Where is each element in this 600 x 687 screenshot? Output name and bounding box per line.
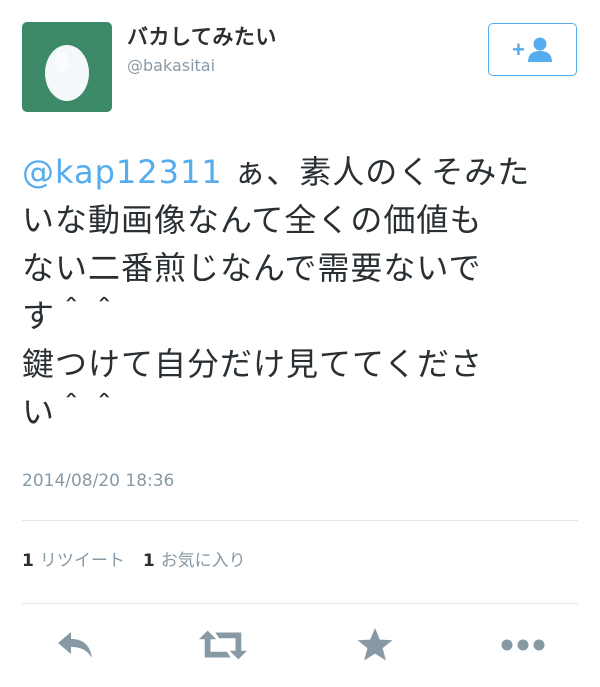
tweet-stats: 1 リツイート 1 お気に入り bbox=[22, 550, 264, 572]
tweet-line-4: す＾＾ bbox=[22, 297, 122, 335]
retweet-icon bbox=[198, 630, 248, 660]
username[interactable]: @bakasitai bbox=[127, 56, 277, 76]
tweet-text: @kap12311 ぁ、素人のくそみた いな動画像なんて全くの価値も ない二番煎… bbox=[22, 148, 582, 436]
user-names: バカしてみたい @bakasitai bbox=[127, 24, 277, 76]
reply-icon bbox=[58, 632, 92, 658]
favorite-count: 1 bbox=[142, 551, 155, 571]
default-egg-icon bbox=[45, 45, 89, 101]
more-icon bbox=[501, 639, 545, 651]
tweet-line-2: いな動画像なんて全くの価値も bbox=[22, 201, 483, 239]
favorite-stat[interactable]: 1 お気に入り bbox=[143, 550, 246, 572]
tweet-header: バカしてみたい @bakasitai + bbox=[0, 0, 600, 120]
follow-button[interactable]: + bbox=[488, 23, 577, 76]
favorite-button[interactable] bbox=[350, 620, 400, 670]
tweet-line-3: ない二番煎じなんで需要ないで bbox=[22, 249, 482, 287]
avatar[interactable] bbox=[22, 22, 112, 112]
retweet-button[interactable] bbox=[198, 620, 248, 670]
tweet-line-1: @kap12311 ぁ、素人のくそみた bbox=[22, 148, 582, 196]
add-user-icon: + bbox=[512, 37, 552, 62]
tweet-timestamp: 2014/08/20 18:36 bbox=[22, 471, 175, 491]
favorite-label: お気に入り bbox=[160, 551, 246, 571]
tweet-line-5: 鍵つけて自分だけ見ててくださ bbox=[22, 345, 484, 383]
star-icon bbox=[357, 628, 393, 661]
divider bbox=[22, 520, 578, 521]
retweet-stat[interactable]: 1 リツイート bbox=[22, 550, 125, 572]
mention-link[interactable]: @kap12311 bbox=[22, 153, 223, 191]
retweet-label: リツイート bbox=[39, 551, 125, 571]
more-button[interactable] bbox=[498, 620, 548, 670]
retweet-count: 1 bbox=[22, 551, 34, 571]
plus-sign: + bbox=[512, 37, 525, 62]
divider bbox=[22, 603, 578, 604]
tweet-line-1-text: ぁ、素人のくそみた bbox=[222, 153, 531, 191]
tweet-line-6: い＾＾ bbox=[22, 393, 122, 431]
reply-button[interactable] bbox=[50, 620, 100, 670]
tweet-actions bbox=[0, 620, 600, 670]
display-name[interactable]: バカしてみたい bbox=[127, 24, 277, 50]
